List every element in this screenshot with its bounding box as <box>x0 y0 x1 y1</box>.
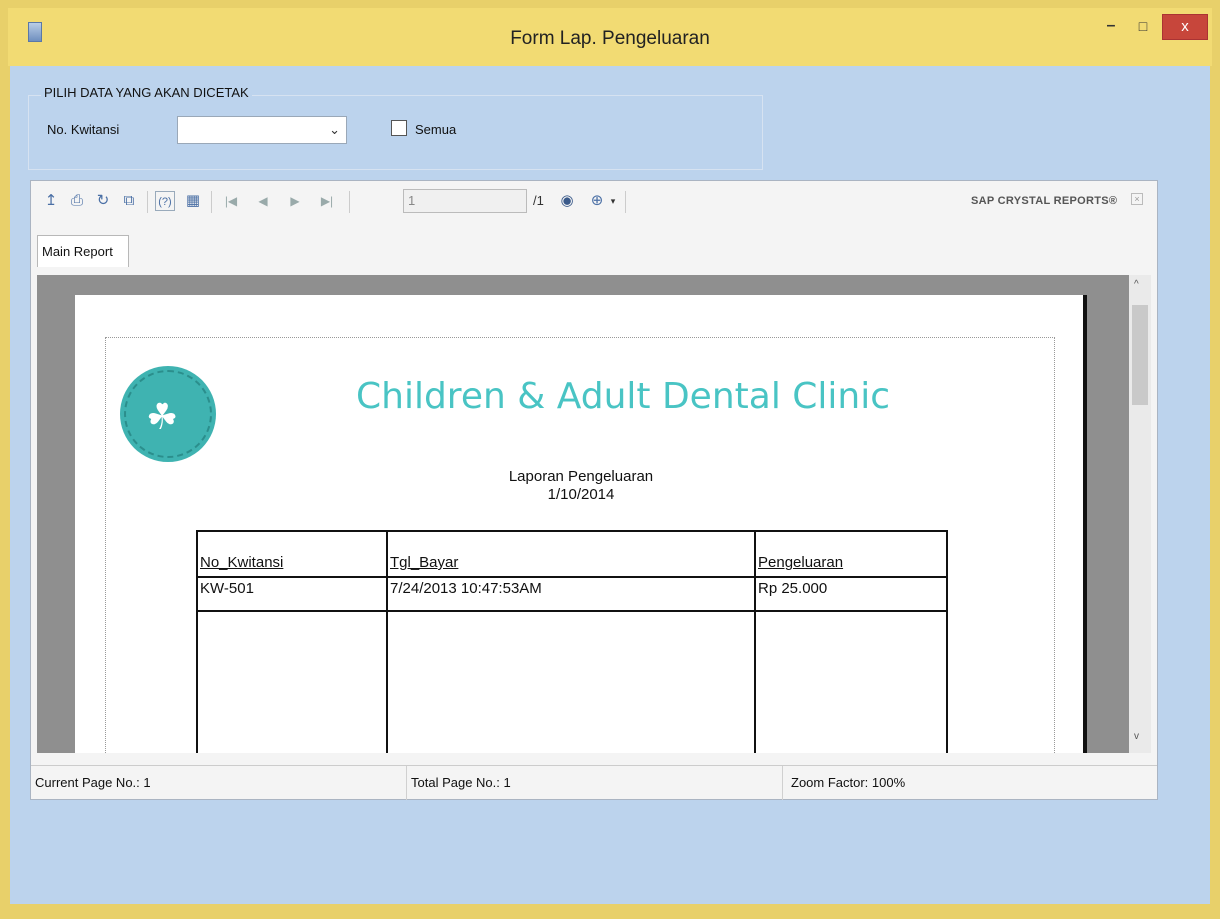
close-button[interactable]: x <box>1162 14 1208 40</box>
table-divider <box>754 532 756 753</box>
group-tree-icon[interactable]: ▦ <box>183 191 203 211</box>
copy-icon[interactable]: ⧉ <box>119 191 139 211</box>
table-divider <box>198 610 946 612</box>
table-cell: 7/24/2013 10:47:53AM <box>390 580 542 597</box>
table-divider <box>198 576 946 578</box>
first-page-icon[interactable]: |◀ <box>221 191 241 211</box>
table-divider <box>386 532 388 753</box>
report-page: ☘ Children & Adult Dental Clinic Laporan… <box>75 295 1087 753</box>
form-client-area: PILIH DATA YANG AKAN DICETAK No. Kwitans… <box>10 66 1210 904</box>
brand-label: SAP CRYSTAL REPORTS® <box>971 195 1118 207</box>
page-total-label: /1 <box>533 193 544 208</box>
zoom-status: Zoom Factor: 100% <box>791 775 906 790</box>
filter-groupbox: PILIH DATA YANG AKAN DICETAK No. Kwitans… <box>28 85 763 170</box>
kwitansi-combobox[interactable]: ⌄ <box>177 116 347 144</box>
viewer-toolbar: ↥ ⎙ ↻ ⧉ (?) ▦ |◀ ◀ ▶ ▶| 1 /1 ◉ ⊕ ▾ SAP C… <box>31 181 1157 225</box>
find-icon[interactable]: ◉ <box>557 191 577 211</box>
export-icon[interactable]: ↥ <box>41 191 61 211</box>
report-title: Laporan Pengeluaran <box>508 468 654 485</box>
column-header: No_Kwitansi <box>200 554 284 571</box>
tab-main-report[interactable]: Main Report <box>37 235 129 267</box>
report-table: No_Kwitansi Tgl_Bayar Pengeluaran KW-501… <box>196 530 948 753</box>
toolbar-separator <box>147 191 148 213</box>
vertical-scrollbar[interactable]: ^ v <box>1129 275 1151 753</box>
crystal-report-viewer: ↥ ⎙ ↻ ⧉ (?) ▦ |◀ ◀ ▶ ▶| 1 /1 ◉ ⊕ ▾ SAP C… <box>30 180 1158 800</box>
report-preview-area: ☘ Children & Adult Dental Clinic Laporan… <box>37 275 1151 753</box>
last-page-icon[interactable]: ▶| <box>317 191 337 211</box>
report-date: 1/10/2014 <box>547 486 615 503</box>
maximize-button[interactable]: □ <box>1128 14 1158 40</box>
toolbar-separator <box>211 191 212 213</box>
help-icon[interactable]: (?) <box>155 191 175 211</box>
scroll-thumb[interactable] <box>1132 305 1148 405</box>
window-title: Form Lap. Pengeluaran <box>510 28 710 49</box>
filter-group-label: PILIH DATA YANG AKAN DICETAK <box>41 85 252 100</box>
page-number-input[interactable]: 1 <box>403 189 527 213</box>
refresh-icon[interactable]: ↻ <box>93 191 113 211</box>
clinic-logo: ☘ <box>120 366 216 462</box>
scroll-down-icon[interactable]: v <box>1134 731 1139 742</box>
scroll-up-icon[interactable]: ^ <box>1134 279 1139 290</box>
toolbar-separator <box>625 191 626 213</box>
semua-checkbox[interactable] <box>391 120 407 136</box>
current-page-status: Current Page No.: 1 <box>31 766 407 800</box>
chevron-down-icon[interactable]: ⌄ <box>329 122 340 138</box>
semua-label[interactable]: Semua <box>415 122 456 137</box>
table-cell: KW-501 <box>200 580 254 597</box>
minimize-button[interactable]: – <box>1096 14 1126 40</box>
next-page-icon[interactable]: ▶ <box>285 191 305 211</box>
report-page-body: ☘ Children & Adult Dental Clinic Laporan… <box>105 337 1055 753</box>
table-cell: Rp 25.000 <box>758 580 828 597</box>
clinic-name: Children & Adult Dental Clinic <box>356 376 891 417</box>
title-bar[interactable]: Form Lap. Pengeluaran – □ x <box>8 8 1212 66</box>
status-bar: Current Page No.: 1 Total Page No.: 1 Zo… <box>31 765 1157 800</box>
kwitansi-label: No. Kwitansi <box>47 122 120 137</box>
close-icon[interactable]: × <box>1131 193 1143 205</box>
column-header: Tgl_Bayar <box>390 554 459 571</box>
tooth-icon: ☘ <box>146 396 179 437</box>
zoom-dropdown-icon[interactable]: ▾ <box>603 191 623 211</box>
total-page-status: Total Page No.: 1 <box>407 766 783 800</box>
print-icon[interactable]: ⎙ <box>67 191 87 211</box>
app-window: Form Lap. Pengeluaran – □ x PILIH DATA Y… <box>0 0 1220 919</box>
prev-page-icon[interactable]: ◀ <box>253 191 273 211</box>
toolbar-separator <box>349 191 350 213</box>
column-header: Pengeluaran <box>758 554 844 571</box>
